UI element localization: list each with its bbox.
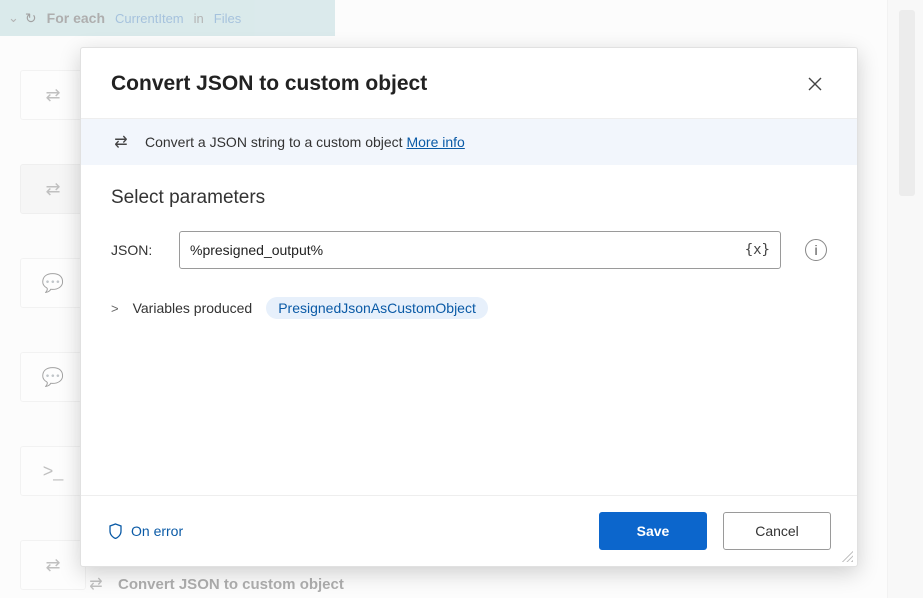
section-title: Select parameters xyxy=(111,187,827,209)
variables-expand-toggle[interactable]: > xyxy=(111,301,119,316)
more-info-link[interactable]: More info xyxy=(406,134,464,150)
bg-action-title: ⇄ Convert JSON to custom object xyxy=(86,574,344,594)
json-info-button[interactable]: i xyxy=(805,239,827,261)
json-param-label: JSON: xyxy=(111,242,161,258)
flow-action-card[interactable]: ⇄ xyxy=(20,164,86,214)
json-input[interactable] xyxy=(190,242,741,258)
param-row-json: JSON: {x} i xyxy=(111,231,827,269)
flow-action-card[interactable]: 💬 xyxy=(20,352,86,402)
on-error-link[interactable]: On error xyxy=(107,523,183,539)
convert-icon: ⇄ xyxy=(111,132,131,152)
flow-actions-column: ⇄ ⇄ 💬 💬 >_ ⇄ xyxy=(20,70,86,590)
save-button[interactable]: Save xyxy=(599,512,707,550)
dialog-body: Select parameters JSON: {x} i > Variable… xyxy=(81,165,857,495)
bg-action-title-text: Convert JSON to custom object xyxy=(118,576,344,593)
foreach-in-keyword: in xyxy=(194,11,204,26)
on-error-label: On error xyxy=(131,523,183,539)
variables-produced-label: Variables produced xyxy=(133,300,253,316)
flow-action-card[interactable]: ⇄ xyxy=(20,70,86,120)
right-panel-gutter xyxy=(887,0,923,598)
insert-variable-button[interactable]: {x} xyxy=(741,240,774,260)
foreach-collection-token[interactable]: Files xyxy=(210,11,245,26)
dialog-footer: On error Save Cancel xyxy=(81,495,857,566)
convert-icon: ⇄ xyxy=(86,574,106,594)
json-input-wrapper: {x} xyxy=(179,231,781,269)
dialog-title: Convert JSON to custom object xyxy=(111,72,427,96)
foreach-header: ⌄ ↻ For each CurrentItem in Files xyxy=(0,0,335,36)
produced-variable-pill[interactable]: PresignedJsonAsCustomObject xyxy=(266,297,488,319)
convert-json-dialog: Convert JSON to custom object ⇄ Convert … xyxy=(80,47,858,567)
foreach-label: For each xyxy=(47,10,105,26)
close-button[interactable] xyxy=(801,70,829,98)
cancel-button[interactable]: Cancel xyxy=(723,512,831,550)
shield-icon xyxy=(107,523,123,539)
right-scrollbar[interactable] xyxy=(899,10,915,196)
flow-action-card[interactable]: 💬 xyxy=(20,258,86,308)
flow-action-card[interactable]: ⇄ xyxy=(20,540,86,590)
collapse-chevron-icon[interactable]: ⌄ xyxy=(8,10,19,26)
dialog-description: Convert a JSON string to a custom object xyxy=(145,134,403,150)
dialog-footer-buttons: Save Cancel xyxy=(599,512,831,550)
dialog-info-strip: ⇄ Convert a JSON string to a custom obje… xyxy=(81,119,857,165)
flow-action-card[interactable]: >_ xyxy=(20,446,86,496)
dialog-header: Convert JSON to custom object xyxy=(81,48,857,119)
info-icon: i xyxy=(814,242,817,258)
close-icon xyxy=(808,77,822,91)
loop-icon: ↻ xyxy=(25,10,37,27)
resize-grip[interactable] xyxy=(839,548,853,562)
variables-produced-row: > Variables produced PresignedJsonAsCust… xyxy=(111,297,827,319)
foreach-item-token[interactable]: CurrentItem xyxy=(111,11,188,26)
